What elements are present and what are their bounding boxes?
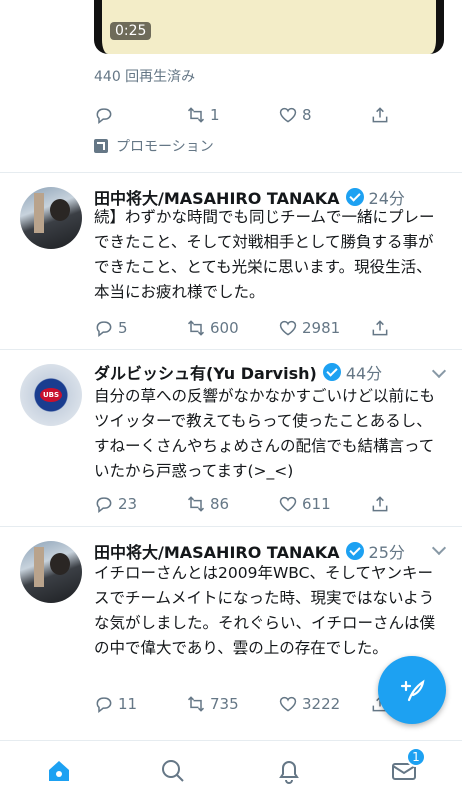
tweet-text: イチローさんとは2009年WBC、そしてヤンキースでチームメイトになった時、現実… (94, 564, 436, 657)
chevron-down-icon[interactable] (431, 540, 447, 556)
retweet-count: 600 (210, 319, 239, 337)
reply-button[interactable] (94, 103, 186, 127)
author-name[interactable]: 田中将大/MASAHIRO TANAKA (94, 539, 340, 563)
like-count: 8 (302, 106, 312, 124)
share-icon (372, 107, 388, 123)
retweet-icon (187, 107, 205, 123)
retweet-button[interactable]: 86 (186, 492, 278, 516)
like-button[interactable]: 3222 (278, 692, 370, 716)
home-icon (49, 761, 69, 781)
like-button[interactable]: 8 (278, 103, 370, 127)
tweet-actions: 5 600 2981 (94, 316, 462, 340)
bell-icon (279, 761, 299, 784)
like-icon (279, 696, 297, 712)
nav-home[interactable] (43, 755, 75, 787)
like-count: 611 (302, 495, 331, 513)
reply-count: 5 (118, 319, 128, 337)
retweet-icon (187, 320, 205, 336)
like-icon (279, 107, 297, 123)
chevron-down-icon[interactable] (431, 363, 447, 379)
reply-icon (96, 108, 112, 125)
bottom-navigation: 1 (0, 740, 462, 800)
avatar[interactable] (20, 187, 82, 249)
tweet-time: 25分 (368, 543, 405, 562)
share-button[interactable] (370, 103, 462, 127)
tweet[interactable]: UBS ダルビッシュ有(Yu Darvish) 44分 自分の草への反響がなかな… (0, 350, 462, 527)
reply-icon (96, 497, 112, 514)
promoted-label: プロモーション (94, 136, 214, 156)
reply-button[interactable]: 23 (94, 492, 186, 516)
author-name[interactable]: ダルビッシュ有(Yu Darvish) (94, 360, 317, 384)
verified-icon (345, 188, 364, 206)
like-button[interactable]: 611 (278, 492, 370, 516)
tweet-text: 自分の草への反響がなかなかすごいけど以前にもツイッターで教えてもらって使ったこと… (94, 387, 436, 480)
promoted-tweet[interactable]: 0:25 440 回再生済み 1 8 プロモーション (0, 0, 462, 173)
tweet-header: ダルビッシュ有(Yu Darvish) 44分 (94, 360, 382, 384)
share-button[interactable] (370, 492, 462, 516)
avatar[interactable]: UBS (20, 364, 82, 426)
reply-count: 11 (118, 695, 138, 713)
retweet-count: 735 (210, 695, 239, 713)
video-player[interactable]: 0:25 (94, 0, 444, 54)
verified-icon (322, 363, 341, 381)
like-count: 3222 (302, 695, 341, 713)
tweet[interactable]: 田中将大/MASAHIRO TANAKA 24分 続】わずかな時間でも同じチーム… (0, 173, 462, 350)
share-icon (372, 496, 388, 512)
view-count: 440 回再生済み (94, 69, 196, 85)
reply-icon (96, 697, 112, 714)
tweet-text: 続】わずかな時間でも同じチームで一緒にプレーできたこと、そして対戦相手として勝負… (94, 208, 435, 301)
retweet-button[interactable]: 735 (186, 692, 278, 716)
reply-button[interactable]: 11 (94, 692, 186, 716)
compose-icon (400, 679, 425, 702)
tweet-actions: 1 8 (94, 103, 462, 127)
reply-count: 23 (118, 495, 138, 513)
promoted-icon (94, 139, 108, 153)
reply-icon (96, 321, 112, 338)
search-icon (162, 760, 184, 782)
tweet-time: 44分 (345, 364, 383, 383)
nav-notifications[interactable] (273, 755, 305, 787)
retweet-button[interactable]: 600 (186, 316, 278, 340)
like-count: 2981 (302, 319, 341, 337)
retweet-icon (187, 496, 205, 512)
avatar[interactable] (20, 541, 82, 603)
nav-messages[interactable]: 1 (388, 747, 426, 787)
like-button[interactable]: 2981 (278, 316, 370, 340)
video-duration: 0:25 (110, 22, 152, 40)
share-icon (372, 320, 388, 336)
messages-badge: 1 (406, 747, 426, 767)
cubs-logo: UBS (40, 388, 62, 402)
retweet-count: 1 (210, 106, 220, 124)
share-button[interactable] (370, 316, 462, 340)
reply-button[interactable]: 5 (94, 316, 186, 340)
retweet-count: 86 (210, 495, 230, 513)
verified-icon (345, 542, 364, 560)
like-icon (279, 320, 297, 336)
nav-search[interactable] (157, 755, 189, 787)
retweet-button[interactable]: 1 (186, 103, 278, 127)
retweet-icon (187, 696, 205, 712)
tweet-header: 田中将大/MASAHIRO TANAKA 25分 (94, 539, 405, 563)
tweet-actions: 23 86 611 (94, 492, 462, 516)
like-icon (279, 496, 297, 512)
compose-tweet-button[interactable] (378, 656, 446, 724)
